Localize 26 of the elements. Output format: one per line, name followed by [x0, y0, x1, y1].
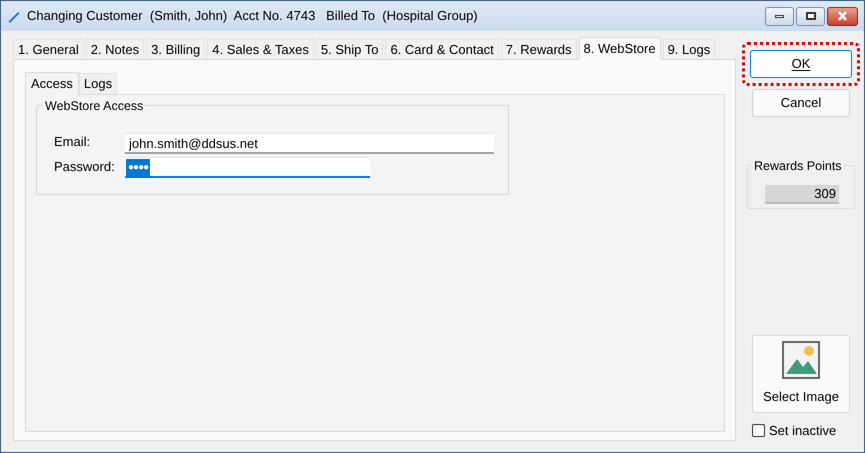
password-field[interactable]: ●●●●: [125, 157, 370, 178]
tab[interactable]: 2. Notes: [86, 39, 144, 59]
image-icon: [782, 340, 820, 379]
close-button[interactable]: [827, 6, 858, 26]
pencil-icon: [7, 9, 21, 23]
ok-button[interactable]: OK: [750, 50, 852, 78]
tab[interactable]: 9. Logs: [662, 39, 716, 59]
sub-tab[interactable]: Logs: [78, 73, 118, 94]
tab[interactable]: 7. Rewards: [500, 39, 577, 59]
tab[interactable]: 1. General: [13, 39, 84, 59]
email-field[interactable]: john.smith@ddsus.net: [125, 133, 494, 154]
minimize-button[interactable]: [765, 6, 794, 26]
sub-tab[interactable]: Access: [25, 72, 79, 95]
cancel-button[interactable]: Cancel: [752, 89, 850, 117]
select-image-button[interactable]: Select Image: [752, 334, 850, 412]
tab[interactable]: 6. Card & Contact: [385, 39, 499, 59]
maximize-button[interactable]: [796, 6, 825, 26]
tab[interactable]: 3. Billing: [146, 39, 206, 59]
tab[interactable]: 5. Ship To: [316, 39, 384, 59]
tab[interactable]: 8. WebStore: [578, 37, 661, 60]
field-label: Password:: [54, 158, 116, 176]
window-title: Changing Customer (Smith, John) Acct No. 4743 Billed To (Hospital Group): [27, 7, 478, 26]
field-label: Email:: [54, 133, 92, 151]
tab[interactable]: 4. Sales & Taxes: [207, 39, 314, 59]
points-value: 309: [765, 185, 839, 204]
close-icon: [837, 11, 848, 21]
